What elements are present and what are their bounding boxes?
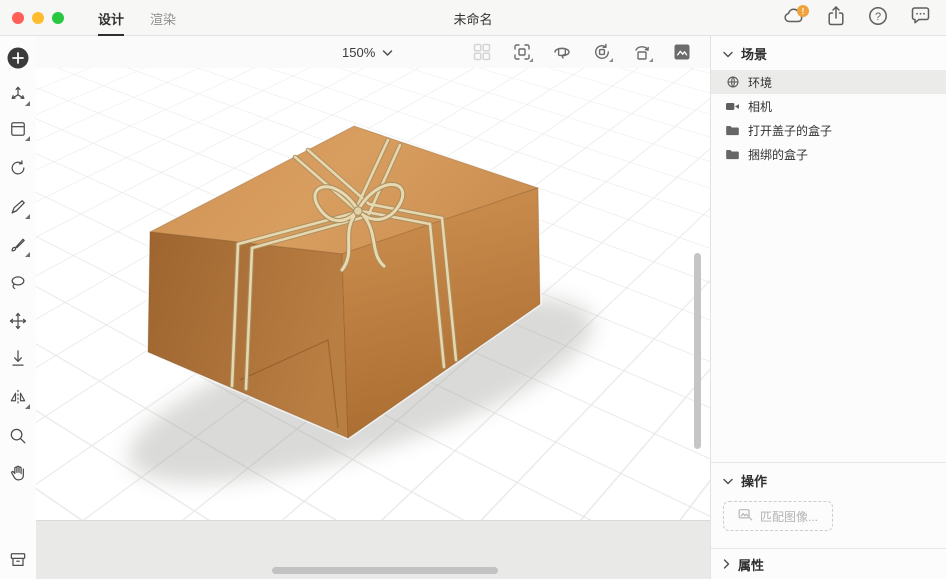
chevron-right-icon — [723, 557, 730, 572]
chevron-down-icon — [382, 45, 393, 60]
viewport-3d[interactable] — [36, 68, 710, 520]
scene-item-camera[interactable]: 相机 — [711, 94, 946, 118]
properties-section-title: 属性 — [738, 555, 764, 574]
svg-text:?: ? — [875, 11, 881, 23]
share-icon — [826, 5, 846, 32]
move-gizmo-tool[interactable] — [2, 78, 34, 110]
lasso-tool[interactable] — [2, 267, 34, 299]
horizontal-scrollbar[interactable] — [272, 567, 498, 574]
properties-section-header[interactable]: 属性 — [711, 549, 946, 579]
scene-item-wrapped-box[interactable]: 捆绑的盒子 — [711, 142, 946, 166]
mode-tabs: 设计 渲染 — [98, 0, 176, 36]
cloud-sync-button[interactable]: ! — [782, 6, 806, 30]
orbit-icon[interactable] — [550, 40, 574, 64]
scene-section-title: 场景 — [741, 44, 767, 63]
traffic-lights — [12, 12, 64, 24]
scene-item-label: 捆绑的盒子 — [748, 146, 808, 163]
feedback-button[interactable] — [908, 6, 932, 30]
match-image-label: 匹配图像... — [760, 508, 818, 525]
tab-design[interactable]: 设计 — [98, 0, 124, 36]
rotate-tool[interactable] — [2, 152, 34, 184]
close-window-button[interactable] — [12, 12, 24, 24]
zoom-tool[interactable] — [2, 420, 34, 452]
wrapped-box-object[interactable] — [36, 68, 710, 520]
help-button[interactable]: ? — [866, 6, 890, 30]
canvas-bottom-strip — [36, 520, 710, 579]
titlebar: 设计 渲染 未命名 ! ? — [0, 0, 946, 36]
feedback-icon — [910, 6, 931, 30]
folder-icon — [725, 147, 740, 162]
properties-section: 属性 — [711, 548, 946, 579]
share-button[interactable] — [824, 6, 848, 30]
zoom-level-label: 150% — [342, 45, 375, 60]
vertical-scrollbar[interactable] — [694, 253, 701, 449]
canvas-toolbar: 150% — [36, 36, 710, 68]
right-panel: 场景 环境 相机 — [710, 36, 946, 579]
document-title: 未命名 — [453, 0, 492, 36]
workspace: 150% — [36, 36, 710, 579]
paint-tool[interactable] — [2, 229, 34, 261]
spin-icon[interactable] — [590, 40, 614, 64]
help-icon: ? — [868, 6, 888, 31]
axis-rotate-icon[interactable] — [630, 40, 654, 64]
pan-tool[interactable] — [2, 457, 34, 489]
translate-tool[interactable] — [2, 305, 34, 337]
scene-item-label: 环境 — [748, 74, 772, 91]
zoom-control[interactable]: 150% — [342, 36, 393, 68]
scene-item-label: 打开盖子的盒子 — [748, 122, 832, 139]
render-preview-icon[interactable] — [670, 40, 694, 64]
frame-tool[interactable] — [2, 113, 34, 145]
chevron-down-icon — [723, 46, 733, 61]
tab-design-label: 设计 — [98, 9, 124, 28]
actions-section-title: 操作 — [741, 471, 767, 490]
actions-section-header[interactable]: 操作 — [711, 463, 946, 497]
mirror-tool[interactable] — [2, 381, 34, 413]
scene-section: 场景 环境 相机 — [711, 36, 946, 462]
library-toggle[interactable] — [2, 544, 34, 576]
cloud-warning-badge: ! — [797, 5, 809, 17]
actions-section: 操作 匹配图像... — [711, 462, 946, 548]
environment-globe-icon — [725, 75, 740, 90]
scene-item-open-lid-box[interactable]: 打开盖子的盒子 — [711, 118, 946, 142]
tab-render-label: 渲染 — [150, 9, 176, 28]
add-object-button[interactable] — [2, 42, 34, 74]
app-window: 设计 渲染 未命名 ! ? — [0, 0, 946, 579]
tab-render[interactable]: 渲染 — [150, 0, 176, 36]
pen-tool[interactable] — [2, 191, 34, 223]
scene-item-environment[interactable]: 环境 — [711, 70, 946, 94]
folder-icon — [725, 123, 740, 138]
zoom-window-button[interactable] — [52, 12, 64, 24]
quad-view-icon — [470, 40, 494, 64]
match-image-icon — [738, 508, 753, 524]
camera-icon — [725, 99, 740, 114]
minimize-window-button[interactable] — [32, 12, 44, 24]
left-toolbar — [0, 36, 36, 579]
match-image-button[interactable]: 匹配图像... — [723, 501, 833, 531]
scene-section-header[interactable]: 场景 — [711, 36, 946, 70]
chevron-down-icon — [723, 473, 733, 488]
drop-tool[interactable] — [2, 342, 34, 374]
frame-selection-icon[interactable] — [510, 40, 534, 64]
scene-item-label: 相机 — [748, 98, 772, 115]
